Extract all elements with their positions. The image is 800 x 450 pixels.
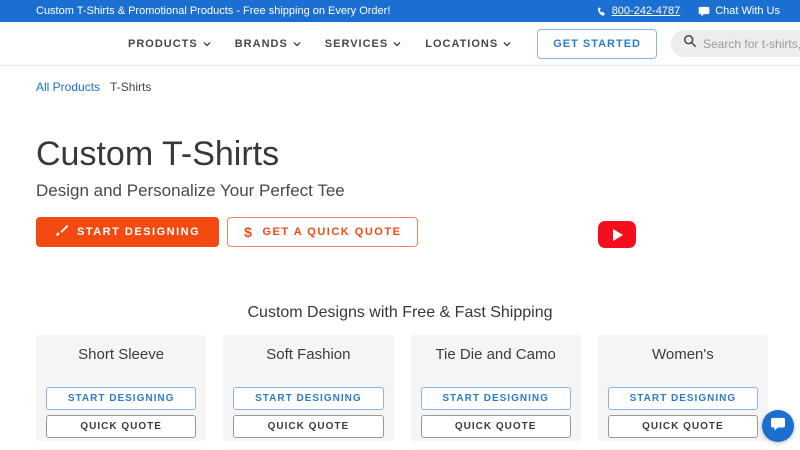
category-card-short-sleeve: Short Sleeve START DESIGNING QUICK QUOTE xyxy=(36,335,207,441)
card-title: Tie Die and Camo xyxy=(435,346,556,363)
card-title: Soft Fashion xyxy=(266,346,351,363)
search-input[interactable] xyxy=(703,36,800,51)
chevron-down-icon xyxy=(393,38,401,50)
nav-item-label: LOCATIONS xyxy=(425,37,499,50)
nav-item-brands[interactable]: BRANDS xyxy=(235,38,301,50)
breadcrumb: All Products T-Shirts xyxy=(0,66,800,94)
card-quick-quote-button[interactable]: QUICK QUOTE xyxy=(233,415,384,438)
search-icon xyxy=(683,34,697,53)
announcement-text: Custom T-Shirts & Promotional Products -… xyxy=(36,5,391,17)
hero-section: Custom T-Shirts Design and Personalize Y… xyxy=(0,94,800,248)
phone-number[interactable]: 800-242-4787 xyxy=(612,5,681,17)
nav-item-products[interactable]: PRODUCTS xyxy=(128,38,211,50)
chat-widget-button[interactable] xyxy=(762,410,794,442)
chevron-down-icon xyxy=(503,38,511,50)
main-nav: PRODUCTS BRANDS SERVICES LOCATIONS xyxy=(128,38,511,50)
card-start-designing-button[interactable]: START DESIGNING xyxy=(420,387,571,410)
card-quick-quote-button[interactable]: QUICK QUOTE xyxy=(46,415,197,438)
page-subtitle: Design and Personalize Your Perfect Tee xyxy=(36,181,345,200)
get-started-button[interactable]: GET STARTED xyxy=(537,28,657,59)
chat-with-us-link[interactable]: Chat With Us xyxy=(698,5,780,17)
phone-link[interactable]: 800-242-4787 xyxy=(596,5,681,17)
card-title: Women's xyxy=(651,346,714,363)
start-designing-button[interactable]: START DESIGNING xyxy=(36,217,220,247)
category-card-tie-die-and-camo: Tie Die and Camo START DESIGNING QUICK Q… xyxy=(410,335,581,441)
quick-quote-button[interactable]: $ GET A QUICK QUOTE xyxy=(227,217,419,247)
search-bar[interactable] xyxy=(671,30,800,57)
nav-item-label: BRANDS xyxy=(234,37,288,50)
card-quick-quote-button[interactable]: QUICK QUOTE xyxy=(607,415,758,438)
play-icon xyxy=(613,228,623,241)
phone-icon xyxy=(596,5,607,17)
nav-item-label: PRODUCTS xyxy=(128,37,198,50)
category-card-womens: Women's START DESIGNING QUICK QUOTE xyxy=(597,335,768,441)
chat-widget-icon xyxy=(770,417,786,436)
dollar-icon: $ xyxy=(244,224,254,240)
card-start-designing-button[interactable]: START DESIGNING xyxy=(233,387,384,410)
breadcrumb-current: T-Shirts xyxy=(110,80,152,94)
start-designing-label: START DESIGNING xyxy=(77,226,201,238)
category-card-grid: Short Sleeve START DESIGNING QUICK QUOTE… xyxy=(36,335,768,450)
chat-bubble-icon xyxy=(698,6,710,17)
announcement-bar: Custom T-Shirts & Promotional Products -… xyxy=(0,0,800,22)
page-title: Custom T-Shirts xyxy=(36,135,280,173)
quick-quote-label: GET A QUICK QUOTE xyxy=(262,226,402,238)
category-card-soft-fashion: Soft Fashion START DESIGNING QUICK QUOTE xyxy=(223,335,394,441)
card-start-designing-button[interactable]: START DESIGNING xyxy=(607,387,758,410)
nav-item-locations[interactable]: LOCATIONS xyxy=(425,38,511,50)
main-header: PRODUCTS BRANDS SERVICES LOCATIONS GET S… xyxy=(0,22,800,66)
chevron-down-icon xyxy=(203,38,211,50)
youtube-play-button[interactable] xyxy=(598,221,636,248)
card-start-designing-button[interactable]: START DESIGNING xyxy=(46,387,197,410)
section-heading: Custom Designs with Free & Fast Shipping xyxy=(247,304,553,321)
card-title: Short Sleeve xyxy=(78,346,165,363)
nav-item-services[interactable]: SERVICES xyxy=(325,38,401,50)
chevron-down-icon xyxy=(293,38,301,50)
breadcrumb-all-products[interactable]: All Products xyxy=(36,80,100,94)
paintbrush-icon xyxy=(55,224,69,240)
chat-with-us-label: Chat With Us xyxy=(715,5,780,17)
card-quick-quote-button[interactable]: QUICK QUOTE xyxy=(420,415,571,438)
nav-item-label: SERVICES xyxy=(324,37,389,50)
